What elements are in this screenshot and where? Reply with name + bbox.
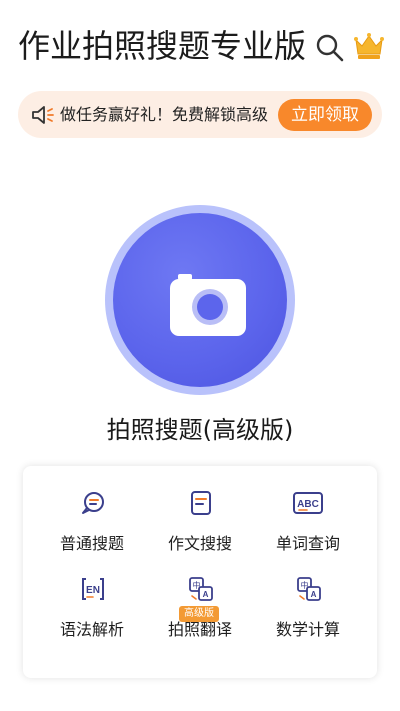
search-icon xyxy=(316,34,344,62)
header: 作业拍照搜题专业版 xyxy=(0,0,400,80)
camera-circle xyxy=(113,213,287,387)
svg-text:A: A xyxy=(203,590,209,599)
svg-text:EN: EN xyxy=(86,585,100,596)
banner-text: 做任务赢好礼！免费解锁高级 xyxy=(60,105,269,124)
document-icon xyxy=(191,491,211,515)
crown-icon xyxy=(354,33,384,59)
tool-label: 普通搜题 xyxy=(59,534,124,553)
camera-icon xyxy=(170,274,246,336)
svg-text:A: A xyxy=(311,590,317,599)
tool-essay-search[interactable]: 作文搜搜 xyxy=(141,490,259,570)
abc-icon: ABC xyxy=(293,492,323,514)
tool-label: 作文搜搜 xyxy=(167,534,232,553)
camera-label: 拍照搜题(高级版) xyxy=(106,416,294,444)
tool-label: 单词查询 xyxy=(275,534,340,553)
tool-label: 语法解析 xyxy=(59,620,124,639)
translate-icon: 中 A xyxy=(189,577,213,601)
claim-button[interactable]: 立即领取 xyxy=(278,99,372,131)
tool-word-lookup[interactable]: ABC 单词查询 xyxy=(249,490,367,570)
speaker-icon xyxy=(30,103,56,127)
en-icon: EN xyxy=(82,578,104,600)
tool-normal-search[interactable]: 普通搜题 xyxy=(33,490,151,570)
tool-math-calc[interactable]: 中 A 数学计算 xyxy=(249,576,367,656)
translate-icon: 中 A xyxy=(297,577,321,601)
tool-grammar[interactable]: EN 语法解析 xyxy=(33,576,151,656)
vip-button[interactable] xyxy=(352,29,386,63)
svg-text:ABC: ABC xyxy=(297,499,319,510)
search-button[interactable] xyxy=(312,30,348,66)
premium-badge: 高级版 xyxy=(179,606,219,622)
chat-search-icon xyxy=(82,492,104,514)
app-title: 作业拍照搜题专业版 xyxy=(18,27,307,65)
camera-button[interactable] xyxy=(105,205,295,395)
tool-label: 数学计算 xyxy=(275,620,340,639)
